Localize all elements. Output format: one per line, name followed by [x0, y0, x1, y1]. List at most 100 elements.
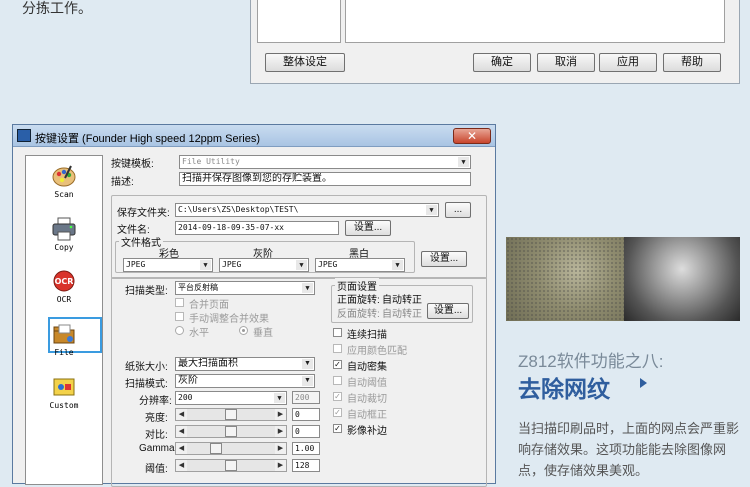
filename-field[interactable]: 2014-09-18-09-35-07-xx [175, 221, 339, 235]
auto-deskew-label: 自动框正 [347, 410, 387, 421]
descreen-comparison-image [506, 237, 740, 321]
color-format-select[interactable]: JPEG [123, 258, 213, 272]
image-fill-label: 影像补边 [347, 426, 387, 437]
slider-thumb[interactable] [225, 460, 237, 471]
slider-left-arrow[interactable]: ◀ [176, 443, 187, 454]
save-folder-select[interactable]: C:\Users\ZS\Desktop\TEST\ [175, 203, 439, 217]
button-item-scan[interactable]: Scan [26, 158, 102, 210]
color-matching-label: 应用颜色匹配 [347, 346, 407, 357]
auto-threshold-checkbox[interactable] [333, 376, 342, 385]
after-descreen-photo [624, 237, 740, 321]
slider-left-arrow[interactable]: ◀ [176, 460, 187, 471]
button-item-label: Copy [54, 243, 74, 252]
threshold-field[interactable]: 128 [292, 459, 320, 472]
file-folder-icon [51, 322, 77, 346]
resolution-select[interactable]: 200 [175, 391, 287, 405]
close-button[interactable]: ✕ [453, 128, 491, 144]
threshold-label: 阈值: [145, 464, 168, 475]
slider-right-arrow[interactable]: ▶ [275, 409, 286, 420]
button-item-label: Custom [49, 401, 79, 410]
slider-thumb[interactable] [209, 443, 222, 454]
app-icon [17, 129, 31, 142]
scan-mode-label: 扫描模式: [125, 379, 168, 390]
slider-right-arrow[interactable]: ▶ [275, 443, 286, 454]
horizontal-label: 水平 [189, 328, 209, 339]
scan-mode-select[interactable]: 灰阶 [175, 374, 315, 388]
vertical-label: 垂直 [253, 328, 273, 339]
apply-button[interactable]: 应用 [599, 53, 657, 72]
threshold-slider[interactable]: ◀ ▶ [175, 459, 287, 472]
button-settings-dialog: 按键设置 (Founder High speed 12ppm Series) ✕… [12, 124, 496, 487]
manual-merge-checkbox[interactable] [175, 312, 184, 321]
button-item-file[interactable]: File [26, 316, 102, 368]
auto-threshold-label: 自动阈值 [347, 378, 387, 389]
color-matching-checkbox[interactable] [333, 344, 342, 353]
printer-icon [51, 217, 77, 241]
auto-crop-label: 自动裁切 [347, 394, 387, 405]
auto-crop-checkbox[interactable]: ✓ [333, 392, 342, 401]
previous-dialog: 整体设定 确定 取消 应用 帮助 [250, 0, 740, 84]
button-item-copy[interactable]: Copy [26, 211, 102, 263]
format-settings-button[interactable]: 设置... [421, 251, 467, 267]
page-settings-button[interactable]: 设置... [427, 303, 469, 319]
gray-format-select[interactable]: JPEG [219, 258, 309, 272]
before-halftone-photo [506, 237, 624, 321]
contrast-label: 对比: [145, 430, 168, 441]
auto-density-label: 自动密集 [347, 362, 387, 373]
continuous-scan-checkbox[interactable] [333, 328, 342, 337]
template-select[interactable]: File Utility [179, 155, 471, 169]
scan-type-label: 扫描类型: [125, 286, 168, 297]
browse-button[interactable]: ... [445, 202, 471, 218]
filename-settings-button[interactable]: 设置... [345, 220, 391, 236]
contrast-slider[interactable]: ◀ ▶ [175, 425, 287, 438]
custom-tools-icon [51, 375, 77, 399]
brightness-field[interactable]: 0 [292, 408, 320, 421]
button-item-custom[interactable]: Custom [26, 369, 102, 421]
contrast-field[interactable]: 0 [292, 425, 320, 438]
template-label: 按键模板: [111, 159, 154, 170]
feature-description: 当扫描印刷品时，上面的网点会严重影响存储效果。这项功能能去除图像网点，使存储效果… [518, 421, 740, 478]
back-rotate-value: 自动转正 [382, 309, 422, 320]
paper-size-label: 纸张大小: [125, 362, 168, 373]
slider-right-arrow[interactable]: ▶ [275, 426, 286, 437]
ocr-icon: OCR [51, 269, 77, 293]
brightness-slider[interactable]: ◀ ▶ [175, 408, 287, 421]
dialog-titlebar[interactable]: 按键设置 (Founder High speed 12ppm Series) ✕ [13, 125, 495, 147]
slider-right-arrow[interactable]: ▶ [275, 460, 286, 471]
help-button[interactable]: 帮助 [663, 53, 721, 72]
merge-pages-checkbox[interactable] [175, 298, 184, 307]
button-item-label: OCR [56, 295, 72, 304]
auto-density-checkbox[interactable]: ✓ [333, 360, 342, 369]
bw-format-select[interactable]: JPEG [315, 258, 405, 272]
vertical-radio[interactable] [239, 326, 248, 335]
description-label: 描述: [111, 177, 134, 188]
manual-merge-label: 手动调整合并效果 [189, 314, 269, 325]
button-item-label: Scan [54, 190, 74, 199]
feature-title: 去除网纹 [518, 376, 610, 402]
button-item-ocr[interactable]: OCR OCR [26, 263, 102, 315]
previous-right-pane [345, 0, 725, 43]
auto-deskew-checkbox[interactable]: ✓ [333, 408, 342, 417]
slider-thumb[interactable] [225, 426, 237, 437]
resolution-label: 分辨率: [139, 396, 172, 407]
horizontal-radio[interactable] [175, 326, 184, 335]
slider-thumb[interactable] [225, 409, 237, 420]
slider-left-arrow[interactable]: ◀ [176, 426, 187, 437]
button-item-label: File [54, 348, 74, 357]
resolution-secondary-field[interactable]: 200 [292, 391, 320, 404]
cancel-button[interactable]: 取消 [537, 53, 595, 72]
image-fill-checkbox[interactable]: ✓ [333, 424, 342, 433]
gamma-label: Gamma: [139, 443, 178, 454]
paper-size-select[interactable]: 最大扫描面积 [175, 357, 315, 371]
file-format-title: 文件格式 [119, 234, 163, 249]
back-rotate-label: 反面旋转: [337, 309, 380, 320]
global-settings-button[interactable]: 整体设定 [265, 53, 345, 72]
ok-button[interactable]: 确定 [473, 53, 531, 72]
continuous-scan-label: 连续扫描 [347, 330, 387, 341]
dialog-title: 按键设置 (Founder High speed 12ppm Series) [35, 133, 260, 145]
gamma-slider[interactable]: ◀ ▶ [175, 442, 287, 455]
slider-left-arrow[interactable]: ◀ [176, 409, 187, 420]
gamma-field[interactable]: 1.00 [292, 442, 320, 455]
merge-pages-label: 合并页面 [189, 300, 229, 311]
scan-type-select[interactable]: 平台反射稿 [175, 281, 315, 295]
